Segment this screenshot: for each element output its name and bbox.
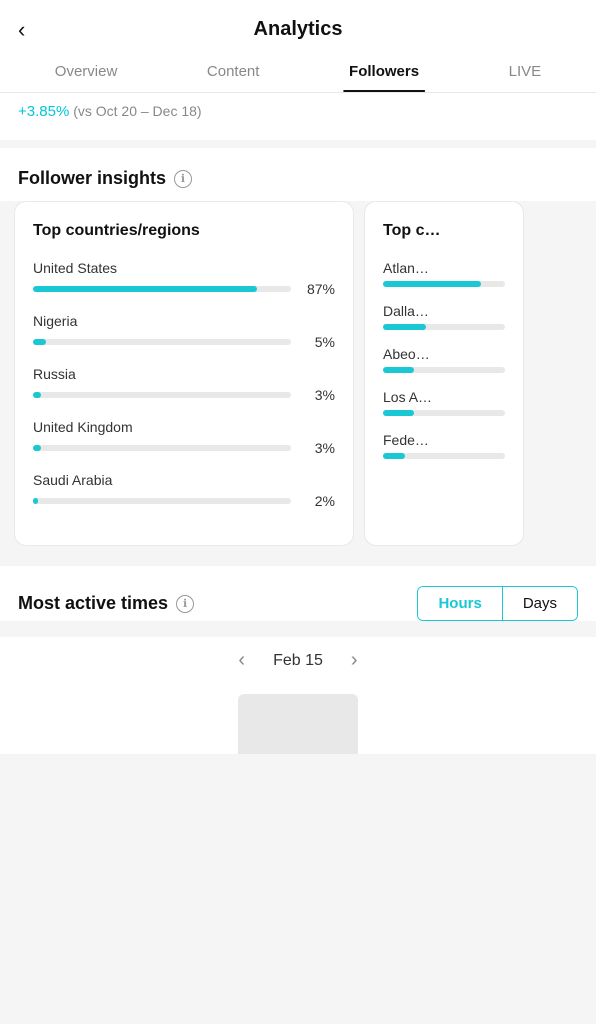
prev-date-button[interactable]: ‹ <box>238 649 245 672</box>
bar-pct-1: 5% <box>299 334 335 350</box>
country-name-1: Nigeria <box>33 313 335 329</box>
country-row-4: Saudi Arabia 2% <box>33 472 335 509</box>
bar-fill-1 <box>33 339 46 345</box>
city-bar-track-3 <box>383 410 505 416</box>
city-bar-fill-2 <box>383 367 414 373</box>
top-cities-card: Top c… Atlan… Dalla… Abeo… <box>364 201 524 546</box>
next-date-button[interactable]: › <box>351 649 358 672</box>
divider-1 <box>0 140 596 148</box>
chart-area <box>0 684 596 754</box>
back-button[interactable]: ‹ <box>18 17 25 43</box>
tabs-bar: Overview Content Followers LIVE <box>0 51 596 93</box>
header: ‹ Analytics <box>0 0 596 51</box>
most-active-times-section: Most active times ℹ Hours Days <box>0 566 596 621</box>
bar-track-2 <box>33 392 291 398</box>
date-label: Feb 15 <box>273 652 323 670</box>
bar-track-1 <box>33 339 291 345</box>
growth-value: +3.85% <box>18 103 69 120</box>
city-bar-fill-1 <box>383 324 426 330</box>
bar-pct-3: 3% <box>299 440 335 456</box>
city-name-2: Abeo… <box>383 346 505 362</box>
bar-fill-2 <box>33 392 41 398</box>
city-row-4: Fede… <box>383 432 505 459</box>
city-name-4: Fede… <box>383 432 505 448</box>
days-toggle-button[interactable]: Days <box>503 587 577 620</box>
date-nav: ‹ Feb 15 › <box>0 637 596 684</box>
page-title: Analytics <box>254 18 343 41</box>
tab-content[interactable]: Content <box>191 51 276 92</box>
top-countries-card: Top countries/regions United States 87% … <box>14 201 354 546</box>
bar-fill-3 <box>33 445 41 451</box>
bar-fill-4 <box>33 498 38 504</box>
divider-2 <box>0 558 596 566</box>
city-bar-track-4 <box>383 453 505 459</box>
city-row-1: Dalla… <box>383 303 505 330</box>
tab-followers[interactable]: Followers <box>333 51 435 92</box>
city-name-1: Dalla… <box>383 303 505 319</box>
bar-pct-2: 3% <box>299 387 335 403</box>
top-countries-title: Top countries/regions <box>33 222 335 240</box>
follower-insights-info-icon[interactable]: ℹ <box>174 170 192 188</box>
bar-fill-0 <box>33 286 257 292</box>
growth-section: +3.85% (vs Oct 20 – Dec 18) <box>0 93 596 140</box>
country-name-0: United States <box>33 260 335 276</box>
hours-toggle-button[interactable]: Hours <box>418 587 502 620</box>
city-row-0: Atlan… <box>383 260 505 287</box>
tab-live[interactable]: LIVE <box>493 51 558 92</box>
city-row-3: Los A… <box>383 389 505 416</box>
country-row-3: United Kingdom 3% <box>33 419 335 456</box>
follower-insights-title: Follower insights <box>18 168 166 189</box>
country-row-0: United States 87% <box>33 260 335 297</box>
bar-track-4 <box>33 498 291 504</box>
country-name-2: Russia <box>33 366 335 382</box>
country-row-1: Nigeria 5% <box>33 313 335 350</box>
growth-row: +3.85% (vs Oct 20 – Dec 18) <box>18 103 578 120</box>
top-cities-title: Top c… <box>383 222 505 240</box>
country-row-2: Russia 3% <box>33 366 335 403</box>
city-row-2: Abeo… <box>383 346 505 373</box>
follower-insights-header: Follower insights ℹ <box>0 148 596 201</box>
active-times-title: Most active times <box>18 593 168 614</box>
city-bar-fill-4 <box>383 453 405 459</box>
country-name-3: United Kingdom <box>33 419 335 435</box>
city-name-0: Atlan… <box>383 260 505 276</box>
country-name-4: Saudi Arabia <box>33 472 335 488</box>
tab-overview[interactable]: Overview <box>39 51 134 92</box>
city-bar-fill-3 <box>383 410 414 416</box>
active-times-left: Most active times ℹ <box>18 593 194 614</box>
active-times-header: Most active times ℹ Hours Days <box>18 586 578 621</box>
city-bar-fill-0 <box>383 281 481 287</box>
active-times-info-icon[interactable]: ℹ <box>176 595 194 613</box>
city-bar-track-0 <box>383 281 505 287</box>
city-bar-track-1 <box>383 324 505 330</box>
chart-preview <box>238 694 358 754</box>
bar-pct-0: 87% <box>299 281 335 297</box>
toggle-group: Hours Days <box>417 586 578 621</box>
city-bar-track-2 <box>383 367 505 373</box>
bar-pct-4: 2% <box>299 493 335 509</box>
bar-track-3 <box>33 445 291 451</box>
growth-period-text: (vs Oct 20 – Dec 18) <box>73 103 201 119</box>
city-name-3: Los A… <box>383 389 505 405</box>
cards-row: Top countries/regions United States 87% … <box>0 201 596 558</box>
bar-track-0 <box>33 286 291 292</box>
